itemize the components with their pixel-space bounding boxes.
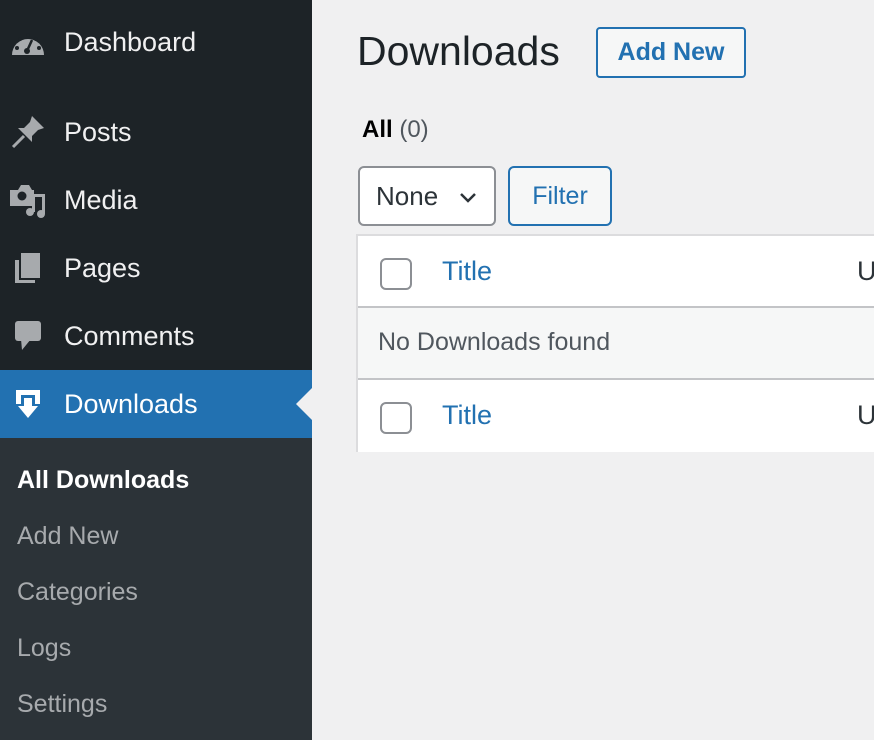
table-header-row: Title U: [358, 236, 874, 308]
pin-icon: [10, 114, 46, 150]
empty-message: No Downloads found: [378, 328, 611, 356]
downloads-submenu: All Downloads Add New Categories Logs Se…: [0, 438, 312, 740]
admin-sidebar: Dashboard Posts Media Pages Comments Dow…: [0, 0, 312, 740]
media-icon: [10, 182, 46, 218]
sidebar-item-downloads[interactable]: Downloads: [0, 370, 312, 438]
select-all-checkbox[interactable]: [380, 258, 412, 290]
filter-select-value: None: [376, 180, 439, 211]
view-filters: All (0): [362, 116, 429, 144]
sidebar-item-posts[interactable]: Posts: [0, 98, 312, 166]
active-menu-arrow: [296, 388, 312, 420]
download-icon: [10, 386, 46, 422]
sidebar-item-media[interactable]: Media: [0, 166, 312, 234]
sidebar-item-label: Pages: [64, 252, 141, 283]
column-header-truncated: U: [857, 256, 874, 286]
column-header-title[interactable]: Title: [442, 256, 492, 287]
submenu-logs[interactable]: Logs: [17, 634, 71, 663]
submenu-settings[interactable]: Settings: [17, 690, 107, 719]
submenu-add-new[interactable]: Add New: [17, 522, 118, 551]
column-footer-truncated: U: [857, 400, 874, 430]
sidebar-item-label: Dashboard: [64, 26, 197, 57]
downloads-table: Title U No Downloads found Title U: [356, 234, 874, 452]
sidebar-item-comments[interactable]: Comments: [0, 302, 312, 370]
comment-icon: [10, 318, 46, 354]
pages-icon: [10, 250, 46, 286]
view-all-count: (0): [399, 116, 429, 143]
table-footer-row: Title U: [358, 380, 874, 452]
add-new-button[interactable]: Add New: [596, 27, 746, 78]
view-all-link[interactable]: All: [362, 116, 393, 143]
sidebar-item-label: Posts: [64, 116, 132, 147]
sidebar-item-label: Media: [64, 184, 138, 215]
select-all-checkbox-footer[interactable]: [380, 402, 412, 434]
sidebar-item-label: Comments: [64, 320, 195, 351]
submenu-all-downloads[interactable]: All Downloads: [17, 466, 189, 495]
submenu-categories[interactable]: Categories: [17, 578, 138, 607]
sidebar-item-dashboard[interactable]: Dashboard: [0, 8, 312, 76]
sidebar-item-pages[interactable]: Pages: [0, 234, 312, 302]
dashboard-icon: [10, 24, 46, 60]
chevron-down-icon: [460, 193, 476, 203]
sidebar-item-label: Downloads: [64, 388, 198, 419]
page-title: Downloads: [357, 28, 560, 74]
filter-select[interactable]: None: [358, 166, 496, 226]
table-empty-row: No Downloads found: [358, 308, 874, 380]
filter-button[interactable]: Filter: [508, 166, 612, 226]
column-footer-title[interactable]: Title: [442, 400, 492, 431]
